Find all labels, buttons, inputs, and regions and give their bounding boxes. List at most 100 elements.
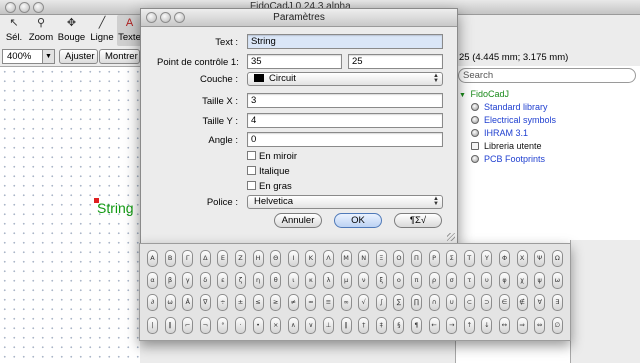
angle-input[interactable]: 0 [247, 132, 443, 147]
symbol-key[interactable]: ε [217, 272, 229, 289]
symbol-key[interactable]: · [235, 317, 246, 334]
symbol-key[interactable]: β [164, 272, 176, 289]
minimize-window-button[interactable] [19, 2, 30, 13]
font-select[interactable]: Helvetica ▲ ▼ [247, 195, 443, 209]
symbol-key[interactable]: § [393, 317, 405, 334]
symbol-key[interactable]: ⊂ [463, 294, 475, 311]
symbol-key[interactable]: ∃ [551, 294, 563, 311]
symbol-key[interactable]: ≈ [305, 294, 317, 311]
zoom-select[interactable]: 400% ▼ [2, 49, 55, 64]
symbol-key[interactable]: ∈ [499, 294, 510, 311]
symbol-key[interactable]: ± [235, 294, 246, 311]
symbol-key[interactable]: π [411, 272, 422, 289]
show-libs-button[interactable]: Montrer l [99, 49, 140, 64]
symbol-key[interactable]: σ [446, 272, 458, 289]
text-input[interactable]: String [247, 34, 443, 49]
symbol-key[interactable]: Φ [499, 250, 510, 267]
symbol-key[interactable]: λ [323, 272, 334, 289]
bold-checkbox[interactable]: En gras [247, 181, 292, 193]
tool-line[interactable]: ╱ Ligne [88, 15, 116, 46]
symbol-key[interactable]: Ε [217, 250, 229, 267]
symbol-key[interactable]: τ [463, 272, 475, 289]
symbol-key[interactable]: ∨ [305, 317, 317, 334]
symbol-key[interactable]: Ο [393, 250, 405, 267]
tool-move[interactable]: ✥ Bouge [56, 15, 87, 46]
symbol-key[interactable]: ρ [428, 272, 440, 289]
library-item[interactable]: PCB Footprints [471, 153, 545, 165]
library-item[interactable]: IHRAM 3.1 [471, 127, 528, 139]
tool-text[interactable]: A Texte [117, 15, 142, 46]
symbol-key[interactable]: ∀ [534, 294, 546, 311]
symbol-key[interactable]: ≠ [287, 294, 299, 311]
symbol-key[interactable]: ∩ [428, 294, 440, 311]
symbol-key[interactable]: Τ [463, 250, 475, 267]
canvas-text-element[interactable]: String [97, 200, 134, 216]
symbol-key[interactable]: μ [340, 272, 352, 289]
cancel-button[interactable]: Annuler [274, 213, 322, 228]
library-item[interactable]: Standard library [471, 101, 548, 113]
mirror-checkbox[interactable]: En miroir [247, 151, 297, 163]
symbol-key[interactable]: α [147, 272, 158, 289]
symbol-key[interactable]: ∪ [446, 294, 458, 311]
library-item[interactable]: Libreria utente [471, 140, 542, 152]
symbol-key[interactable]: Δ [199, 250, 211, 267]
symbol-key[interactable]: ∞ [340, 294, 352, 311]
symbol-key[interactable]: Ι [287, 250, 299, 267]
symbol-key[interactable]: ο [393, 272, 405, 289]
symbol-key[interactable]: Θ [270, 250, 282, 267]
symbol-key[interactable]: Å [182, 294, 194, 311]
symbol-key[interactable]: η [252, 272, 264, 289]
symbol-key[interactable]: Υ [481, 250, 493, 267]
symbol-key[interactable]: ∧ [287, 317, 299, 334]
symbol-key[interactable]: Ψ [534, 250, 546, 267]
tool-zoom[interactable]: ⚲ Zoom [27, 15, 55, 46]
symbol-key[interactable]: δ [199, 272, 211, 289]
symbol-key[interactable]: Π [411, 250, 422, 267]
close-window-button[interactable] [5, 2, 16, 13]
symbol-key[interactable]: Η [252, 250, 264, 267]
symbol-key[interactable]: Γ [182, 250, 194, 267]
symbol-key[interactable]: ⇔ [534, 317, 546, 334]
symbol-key[interactable]: χ [516, 272, 528, 289]
symbol-key[interactable]: ∫ [375, 294, 387, 311]
symbol-key[interactable]: κ [305, 272, 317, 289]
symbol-key[interactable]: ≥ [270, 294, 282, 311]
symbol-key[interactable]: θ [270, 272, 282, 289]
symbol-key[interactable]: ω [551, 272, 563, 289]
symbol-key[interactable]: • [252, 317, 264, 334]
control-x-input[interactable]: 35 [247, 54, 342, 69]
symbol-key[interactable]: ≡ [323, 294, 334, 311]
ok-button[interactable]: OK [334, 213, 382, 228]
symbol-key[interactable]: Ξ [375, 250, 387, 267]
symbol-key[interactable]: ∑ [393, 294, 405, 311]
symbol-key[interactable]: ω [164, 294, 176, 311]
symbol-key[interactable]: υ [481, 272, 493, 289]
symbol-key[interactable]: ° [217, 317, 229, 334]
symbol-key[interactable]: ∥ [340, 317, 352, 334]
size-x-input[interactable]: 3 [247, 93, 443, 108]
symbol-key[interactable]: Σ [446, 250, 458, 267]
symbol-key[interactable]: ⌐ [182, 317, 194, 334]
symbol-key[interactable]: ↓ [481, 317, 493, 334]
symbol-key[interactable]: ξ [375, 272, 387, 289]
drawing-canvas[interactable]: String [0, 66, 140, 363]
symbol-key[interactable]: → [446, 317, 458, 334]
symbol-key[interactable]: ∏ [411, 294, 422, 311]
control-y-input[interactable]: 25 [348, 54, 443, 69]
symbol-key[interactable]: Μ [340, 250, 352, 267]
symbol-key[interactable]: ← [428, 317, 440, 334]
italic-checkbox[interactable]: Italique [247, 166, 290, 178]
symbol-key[interactable]: ¶ [411, 317, 422, 334]
symbol-key[interactable]: ∂ [147, 294, 158, 311]
symbol-key[interactable]: ‡ [375, 317, 387, 334]
symbol-key[interactable]: γ [182, 272, 194, 289]
tool-select[interactable]: ↖ Sél. [2, 15, 26, 46]
library-search-input[interactable]: Search [458, 68, 636, 83]
symbol-key[interactable]: ⊃ [481, 294, 493, 311]
symbols-toggle-button[interactable]: ¶Σ√ [394, 213, 442, 228]
symbol-key[interactable]: Χ [516, 250, 528, 267]
symbol-key[interactable]: ψ [534, 272, 546, 289]
symbol-key[interactable]: ν [358, 272, 370, 289]
symbol-key[interactable]: † [358, 317, 370, 334]
symbol-key[interactable]: Ω [551, 250, 563, 267]
